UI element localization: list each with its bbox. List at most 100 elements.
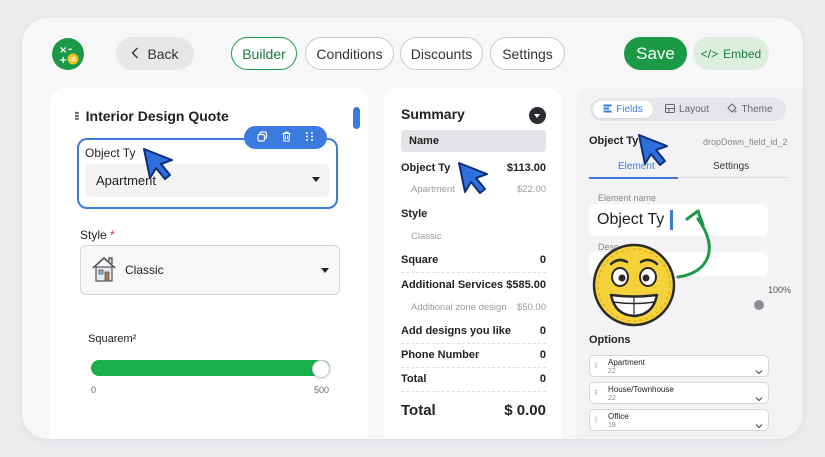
house-icon	[90, 254, 118, 287]
summary-row-label: Additional Services	[401, 279, 504, 291]
slider-min-label: 0	[91, 385, 97, 395]
back-button-label: Back	[147, 45, 179, 62]
tab-theme[interactable]: Theme	[720, 101, 780, 118]
style-label-text: Style	[80, 228, 107, 242]
back-button[interactable]: Back	[116, 37, 194, 70]
summary-row-value: $113.00	[506, 162, 546, 174]
chevron-down-icon	[312, 177, 320, 182]
field-toolbar	[244, 126, 327, 149]
options-title: Options	[589, 334, 631, 346]
tab-builder-label: Builder	[242, 45, 286, 62]
mouse-cursor-icon	[143, 148, 173, 180]
tab-conditions-label: Conditions	[316, 45, 383, 62]
style-field-label: Style *	[80, 228, 115, 242]
summary-row: Square 0	[401, 254, 546, 273]
summary-total-label: Total	[401, 402, 436, 419]
option-value: 22	[608, 368, 616, 375]
summary-row: Total 0	[401, 373, 546, 392]
summary-title: Summary	[401, 106, 465, 122]
save-button-label: Save	[636, 43, 675, 63]
tab-builder[interactable]: Builder	[231, 37, 297, 70]
option-item[interactable]: ⁝⁝ House/Townhouse 22	[589, 382, 769, 404]
divider	[678, 177, 788, 178]
element-name-value: Object Ty	[597, 211, 665, 228]
trash-icon[interactable]	[281, 131, 292, 145]
summary-header: Name	[401, 130, 546, 152]
summary-row-label: Square	[401, 254, 439, 266]
chevron-down-icon[interactable]	[755, 389, 763, 407]
summary-subrow-value: $22.00	[516, 184, 546, 195]
object-type-select[interactable]: Apartment	[85, 164, 330, 197]
save-button[interactable]: Save	[624, 37, 687, 70]
summary-row-value: 0	[539, 254, 546, 266]
collapse-toggle-icon[interactable]	[529, 107, 546, 124]
summary-panel: Summary Name Object Ty $113.00 Apartment…	[384, 88, 562, 439]
drag-handle-icon[interactable]	[305, 131, 314, 145]
form-preview-panel: ⁝⁝ Interior Design Quote Object Ty Apart…	[50, 88, 368, 439]
square-slider-track[interactable]	[91, 360, 330, 376]
theme-icon	[727, 103, 738, 116]
tab-conditions[interactable]: Conditions	[305, 37, 394, 70]
copy-icon[interactable]	[257, 130, 268, 145]
chevron-down-icon	[321, 268, 329, 273]
summary-row-value: 0	[539, 349, 546, 361]
drag-handle-icon[interactable]: ⁝⁝	[594, 361, 598, 370]
tab-discounts-label: Discounts	[410, 45, 473, 62]
resize-handle[interactable]	[353, 107, 360, 129]
properties-tabs: Fields Layout Theme	[590, 98, 786, 121]
field-label: Object Ty	[85, 146, 136, 160]
summary-row-label: Style	[401, 208, 428, 220]
embed-button[interactable]: </> Embed	[693, 37, 769, 70]
summary-row-value: $585.00	[506, 279, 546, 291]
summary-row-label: Object Ty	[401, 162, 451, 174]
selected-field-id: dropDown_field_id_2	[703, 137, 788, 147]
tab-layout[interactable]: Layout	[657, 101, 717, 118]
drag-handle-icon[interactable]: ⁝⁝	[74, 109, 79, 123]
fields-icon	[603, 104, 612, 116]
square-slider-thumb[interactable]	[312, 360, 330, 378]
mouse-cursor-icon	[638, 134, 668, 166]
form-title: ⁝⁝ Interior Design Quote	[74, 108, 229, 124]
style-value: Classic	[125, 263, 164, 277]
chevron-left-icon	[131, 46, 139, 62]
required-mark: *	[110, 228, 115, 242]
curved-arrow-icon	[676, 209, 711, 279]
tab-discounts[interactable]: Discounts	[400, 37, 483, 70]
drag-handle-icon[interactable]: ⁝⁝	[594, 415, 598, 424]
tab-theme-label: Theme	[741, 104, 773, 115]
svg-text:-: -	[68, 44, 72, 55]
chevron-down-icon[interactable]	[755, 416, 763, 434]
top-toolbar: × - + Back Builder Conditions Discounts …	[22, 18, 803, 88]
option-item[interactable]: ⁝⁝ Apartment 22	[589, 355, 769, 377]
summary-row-label: Total	[401, 373, 427, 385]
summary-row-label: Add designs you like	[401, 325, 512, 337]
subtab-settings[interactable]: Settings	[713, 161, 749, 172]
tab-settings[interactable]: Settings	[490, 37, 565, 70]
embed-button-label: Embed	[723, 46, 762, 61]
square-field-label: Squarem²	[88, 333, 137, 345]
form-title-text: Interior Design Quote	[85, 108, 229, 124]
option-value: 22	[608, 395, 616, 402]
selected-field-title: Object Ty	[589, 135, 639, 147]
summary-row: Phone Number 0	[401, 349, 546, 368]
layout-icon	[664, 103, 675, 116]
tab-layout-label: Layout	[678, 104, 710, 115]
summary-subrow: Additional zone design $50.00	[411, 302, 546, 313]
summary-subrow: Classic	[411, 231, 546, 242]
chevron-down-icon[interactable]	[755, 362, 763, 380]
summary-subrow-label: Additional zone design	[411, 302, 507, 313]
style-select[interactable]: Classic	[80, 245, 340, 295]
summary-total-value: $ 0.00	[504, 402, 546, 419]
width-slider-thumb[interactable]	[754, 300, 764, 310]
tab-settings-label: Settings	[502, 45, 553, 62]
option-item[interactable]: ⁝⁝ Office 18	[589, 409, 769, 431]
drag-handle-icon[interactable]: ⁝⁝	[594, 388, 598, 397]
code-icon: </>	[700, 46, 719, 61]
option-value: 18	[608, 422, 616, 429]
element-name-label: Element name	[598, 193, 657, 203]
active-subtab-indicator	[589, 177, 678, 179]
option-name: Office	[608, 412, 629, 421]
tab-fields[interactable]: Fields	[593, 101, 653, 118]
summary-total: Total $ 0.00	[401, 402, 546, 419]
summary-row-value: 0	[539, 373, 546, 385]
